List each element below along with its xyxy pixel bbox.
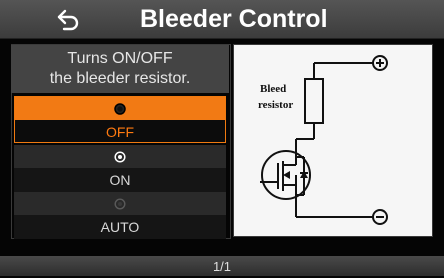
option-off-radio-area — [15, 97, 225, 120]
description-line-2: the bleeder resistor. — [49, 70, 191, 87]
resistor-label: resistor — [258, 99, 294, 111]
page-indicator: 1/1 — [212, 259, 232, 274]
option-on-radio-area — [14, 145, 226, 168]
title-bar: Bleeder Control — [0, 0, 444, 39]
option-auto-radio-area — [14, 192, 226, 215]
option-on-label: ON — [109, 172, 131, 188]
radio-icon — [114, 150, 126, 163]
description-line-1: Turns ON/OFF — [67, 50, 173, 67]
radio-selected-icon — [114, 102, 126, 115]
page-title: Bleeder Control — [140, 5, 328, 33]
back-arrow-icon — [57, 9, 79, 31]
circuit-diagram: Bleed resistor — [233, 44, 433, 237]
status-bar: 1/1 — [0, 256, 444, 276]
option-off[interactable]: OFF — [14, 96, 226, 143]
back-button[interactable] — [52, 4, 86, 34]
option-auto-label: AUTO — [100, 219, 140, 235]
option-on[interactable]: ON — [14, 145, 226, 192]
option-auto[interactable]: AUTO — [14, 192, 226, 239]
description-box: Turns ON/OFF the bleeder resistor. — [11, 45, 229, 93]
bleeder-circuit-icon — [260, 55, 388, 225]
radio-disabled-icon — [114, 197, 126, 210]
option-off-label: OFF — [106, 124, 134, 140]
bleed-label: Bleed — [260, 83, 287, 95]
